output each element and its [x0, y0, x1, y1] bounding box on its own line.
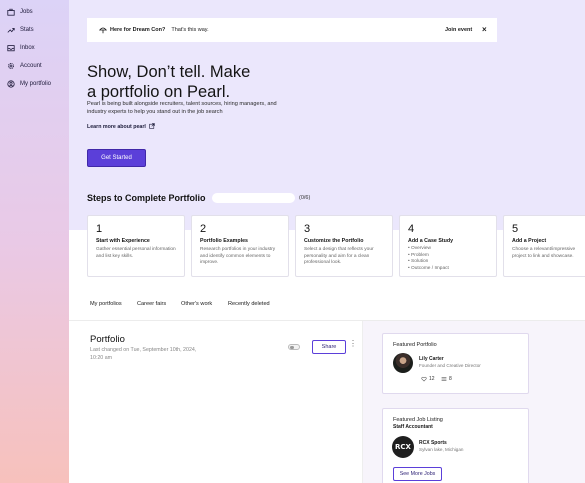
steps-progress-text: (0/6): [299, 195, 311, 201]
tab-recently-deleted[interactable]: Recently deleted: [228, 301, 270, 307]
step-number: 1: [96, 223, 103, 235]
banner-text: That's this way.: [171, 27, 209, 33]
banner-title: Here for Dream Con?: [110, 27, 166, 33]
featured-role: Founder and Creative Director: [419, 363, 481, 368]
sidebar-item-label: Stats: [20, 27, 34, 33]
step-card-5[interactable]: 5 Add a Project Choose a relevant/impres…: [503, 215, 585, 277]
featured-job-title: Featured Job Listing: [393, 417, 443, 423]
step-title: Add a Project: [512, 238, 547, 244]
see-more-jobs-button[interactable]: See More Jobs: [393, 467, 442, 481]
step-number: 4: [408, 223, 415, 235]
portfolio-title[interactable]: Portfolio: [90, 334, 125, 345]
share-button[interactable]: Share: [312, 340, 346, 354]
hero-subtext: Pearl is being built alongside recruiter…: [87, 101, 277, 115]
more-options-icon[interactable]: ⋮: [349, 340, 357, 348]
learn-more-link[interactable]: Learn more about pearl: [87, 123, 156, 130]
items-stat: 8: [441, 376, 452, 382]
avatar: [393, 353, 413, 373]
step-number: 2: [200, 223, 207, 235]
featured-portfolio-card[interactable]: Featured Portfolio Lily Carter Founder a…: [382, 333, 529, 394]
sidebar-item-my-portfolio[interactable]: My portfolio: [7, 80, 51, 88]
step-number: 3: [304, 223, 311, 235]
briefcase-icon: [7, 8, 15, 16]
external-link-icon: [149, 123, 156, 129]
step-description: Research portfolios in your industry and…: [200, 247, 276, 265]
job-position: Staff Accountant: [393, 424, 433, 430]
featured-name: Lily Carter: [419, 356, 444, 362]
step-title: Customize the Portfolio: [304, 238, 364, 244]
portfolio-last-changed: Last changed on Tue, September 10th, 202…: [90, 347, 197, 361]
gear-icon: [8, 63, 14, 69]
event-banner: Here for Dream Con? That's this way. Joi…: [87, 18, 497, 42]
step-description: Choose a relevant/impressive project to …: [512, 247, 576, 259]
step-description: Gather essential personal information an…: [96, 247, 176, 259]
step-card-2[interactable]: 2 Portfolio Examples Research portfolios…: [191, 215, 289, 277]
tab-career-fairs[interactable]: Career fairs: [137, 301, 166, 307]
sidebar-item-inbox[interactable]: Inbox: [7, 44, 35, 52]
umbrella-icon: [99, 27, 107, 34]
list-icon: [441, 377, 447, 381]
get-started-button[interactable]: Get Started: [87, 149, 146, 167]
step-bullets: • Overview • Problem • Solution • Outcom…: [408, 246, 488, 272]
sidebar-item-label: Inbox: [20, 45, 35, 51]
likes-stat: 12: [421, 376, 435, 382]
headline-line-2: a portfolio on Pearl.: [87, 83, 231, 101]
page-title: Show, Don’t tell. Make a portfolio on Pe…: [87, 62, 250, 102]
step-title: Start with Experience: [96, 238, 150, 244]
featured-portfolio-title: Featured Portfolio: [393, 342, 437, 348]
company-location: Sylvan lake, Michigan: [419, 447, 464, 452]
headline-line-1: Show, Don’t tell. Make: [87, 63, 251, 81]
step-description: Select a design that reflects your perso…: [304, 247, 374, 265]
trend-icon: [7, 28, 15, 33]
heart-icon: [421, 376, 427, 382]
step-number: 5: [512, 223, 519, 235]
step-title: Portfolio Examples: [200, 238, 248, 244]
steps-title: Steps to Complete Portfolio: [87, 193, 206, 203]
join-event-link[interactable]: Join event: [445, 27, 472, 33]
tab-others-work[interactable]: Other's work: [181, 301, 212, 307]
learn-more-label: Learn more about pearl: [87, 124, 146, 130]
tab-my-portfolios[interactable]: My portfolios: [90, 301, 122, 307]
sidebar-item-jobs[interactable]: Jobs: [7, 8, 33, 16]
step-card-4[interactable]: 4 Add a Case Study • Overview • Problem …: [399, 215, 497, 277]
sidebar: Jobs Stats Inbox Account My portfolio: [0, 0, 69, 483]
steps-progress-bar: [212, 193, 295, 203]
step-title: Add a Case Study: [408, 238, 454, 244]
visibility-toggle[interactable]: [288, 344, 300, 350]
sidebar-item-label: Account: [20, 63, 42, 69]
sidebar-item-account[interactable]: Account: [7, 62, 42, 70]
company-name: RCX Sports: [419, 440, 447, 446]
step-card-3[interactable]: 3 Customize the Portfolio Select a desig…: [295, 215, 393, 277]
close-icon[interactable]: ×: [482, 25, 487, 34]
inbox-icon: [7, 45, 15, 52]
sidebar-item-label: My portfolio: [20, 81, 52, 87]
user-icon: [7, 80, 15, 88]
panel-divider: [362, 321, 363, 483]
sidebar-item-label: Jobs: [20, 9, 33, 15]
sidebar-item-stats[interactable]: Stats: [7, 26, 34, 34]
company-logo: RCX: [392, 436, 414, 458]
step-bullet: • Outcome / Impact: [408, 265, 449, 271]
step-card-1[interactable]: 1 Start with Experience Gather essential…: [87, 215, 185, 277]
